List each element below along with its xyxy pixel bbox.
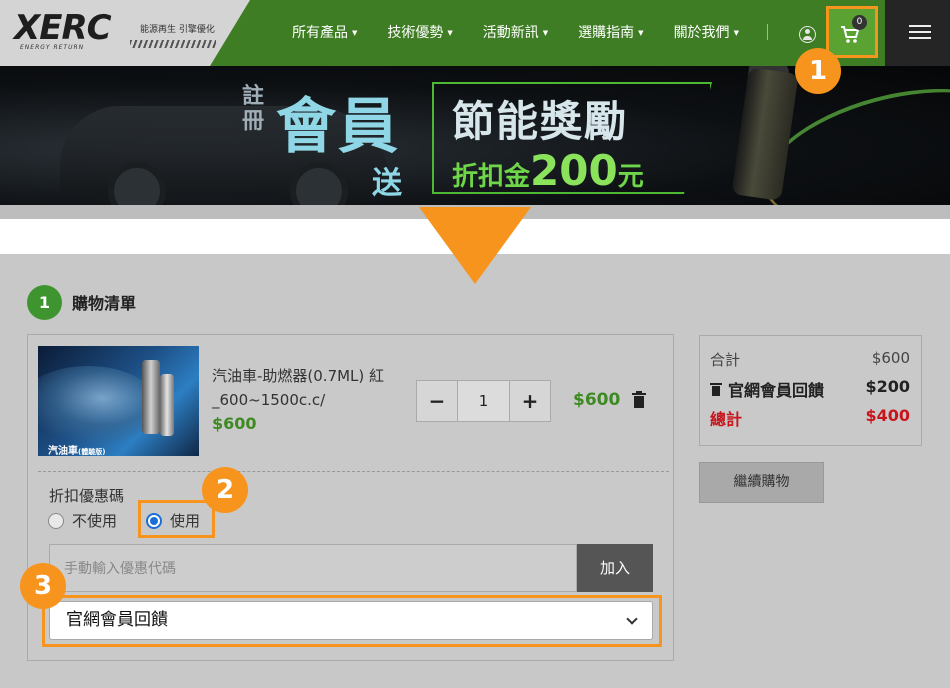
step-badge-2: 2	[202, 467, 248, 513]
down-arrow-icon	[419, 207, 531, 284]
step-number: 1	[27, 285, 62, 320]
reward-row: 官網會員回饋 $200	[710, 377, 910, 401]
apply-coupon-button[interactable]: 加入	[577, 544, 653, 592]
step-badge-1: 1	[795, 48, 841, 94]
section-title: 購物清單	[72, 294, 137, 313]
brand-slogan: 能源再生 引擎優化	[140, 25, 215, 35]
decrease-qty-button[interactable]: −	[417, 381, 457, 421]
subtotal-row: 合計 $600	[710, 349, 910, 370]
logo-text: XERC	[14, 8, 112, 48]
brand-logo[interactable]: XERC	[14, 8, 112, 48]
banner-member-text: 會員	[276, 92, 400, 162]
thumbnail-bottle	[160, 374, 174, 436]
menu-label: 所有產品	[292, 25, 348, 41]
total-label: 總計	[710, 410, 743, 429]
menu-item-news[interactable]: 活動新訊 ▼	[483, 22, 548, 42]
total-value: $400	[865, 406, 910, 425]
banner-discount: 折扣金200元	[452, 146, 644, 195]
caret-down-icon: ▼	[447, 29, 453, 37]
product-thumbnail[interactable]: 汽油車(體驗版)	[38, 346, 199, 456]
reward-label: 官網會員回饋	[728, 381, 825, 400]
caret-down-icon: ▼	[352, 29, 358, 37]
discount-prefix: 折扣金	[452, 162, 531, 192]
total-row: 總計 $400	[710, 406, 910, 430]
user-account-icon[interactable]	[799, 26, 816, 43]
reward-value: $200	[865, 377, 910, 396]
increase-qty-button[interactable]: +	[510, 381, 550, 421]
caret-down-icon: ▼	[733, 29, 739, 37]
continue-shopping-button[interactable]: 繼續購物	[699, 462, 824, 503]
banner-title: 節能獎勵	[452, 97, 629, 146]
main-menu: 所有產品 ▼ 技術優勢 ▼ 活動新訊 ▼ 選購指南 ▼ 關於我們 ▼	[292, 22, 769, 42]
radio-no-discount[interactable]: 不使用	[48, 510, 117, 531]
quantity-stepper: − 1 +	[416, 380, 551, 422]
delete-item-trash-icon[interactable]	[632, 391, 646, 408]
menu-label: 活動新訊	[482, 25, 539, 41]
menu-label: 選購指南	[578, 25, 635, 41]
menu-item-technology[interactable]: 技術優勢 ▼	[387, 22, 452, 42]
thumbnail-car	[38, 366, 158, 446]
radio-circle[interactable]	[48, 512, 64, 529]
reward-label-group: 官網會員回饋	[710, 377, 824, 401]
highlight-use-option	[138, 500, 215, 538]
subtotal-label: 合計	[710, 351, 741, 369]
caret-down-icon: ▼	[542, 29, 549, 37]
product-price: $600	[212, 414, 257, 433]
menu-item-products[interactable]: 所有產品 ▼	[292, 22, 357, 42]
dashed-divider	[38, 471, 669, 472]
quantity-value[interactable]: 1	[457, 381, 510, 421]
menu-item-guide[interactable]: 選購指南 ▼	[578, 22, 643, 42]
thumbnail-label: 汽油車(體驗版)	[48, 442, 105, 456]
menu-label: 技術優勢	[387, 25, 444, 41]
banner-register-text: 註冊	[242, 84, 265, 135]
menu-toggle-area[interactable]	[885, 0, 950, 66]
banner-send-text: 送	[372, 166, 402, 201]
hamburger-menu-icon[interactable]	[909, 25, 931, 39]
nav-divider	[767, 24, 768, 40]
menu-item-about[interactable]: 關於我們 ▼	[674, 22, 739, 42]
coupon-code-input[interactable]: 手動輸入優惠代碼	[49, 544, 577, 592]
cart-count-badge: 0	[852, 15, 867, 30]
caret-down-icon: ▼	[638, 29, 644, 37]
step-badge-3: 3	[20, 563, 66, 609]
slogan-stripes	[130, 40, 216, 48]
cart-button[interactable]: 0	[826, 6, 878, 58]
logo-subtext: ENERGY RETURN	[20, 44, 85, 51]
chevron-down-icon	[626, 613, 638, 625]
line-total: $600	[573, 390, 621, 410]
discount-code-label: 折扣優惠碼	[49, 487, 125, 505]
subtotal-value: $600	[871, 349, 910, 367]
product-name[interactable]: 汽油車-助燃器(0.7ML) 紅_600~1500c.c/	[212, 364, 402, 412]
discount-suffix: 元	[617, 162, 644, 192]
remove-reward-trash-icon[interactable]	[710, 382, 722, 396]
thumbnail-label-small: (體驗版)	[78, 448, 106, 456]
menu-label: 關於我們	[673, 25, 730, 41]
discount-amount: 200	[530, 146, 618, 195]
radio-label: 不使用	[72, 512, 118, 530]
select-value: 官網會員回饋	[66, 610, 168, 630]
thumbnail-label-text: 汽油車	[48, 446, 78, 456]
thumbnail-bottle	[142, 360, 160, 434]
logo-area: XERC ENERGY RETURN 能源再生 引擎優化	[0, 0, 250, 66]
coupon-select[interactable]: 官網會員回饋	[49, 601, 653, 640]
